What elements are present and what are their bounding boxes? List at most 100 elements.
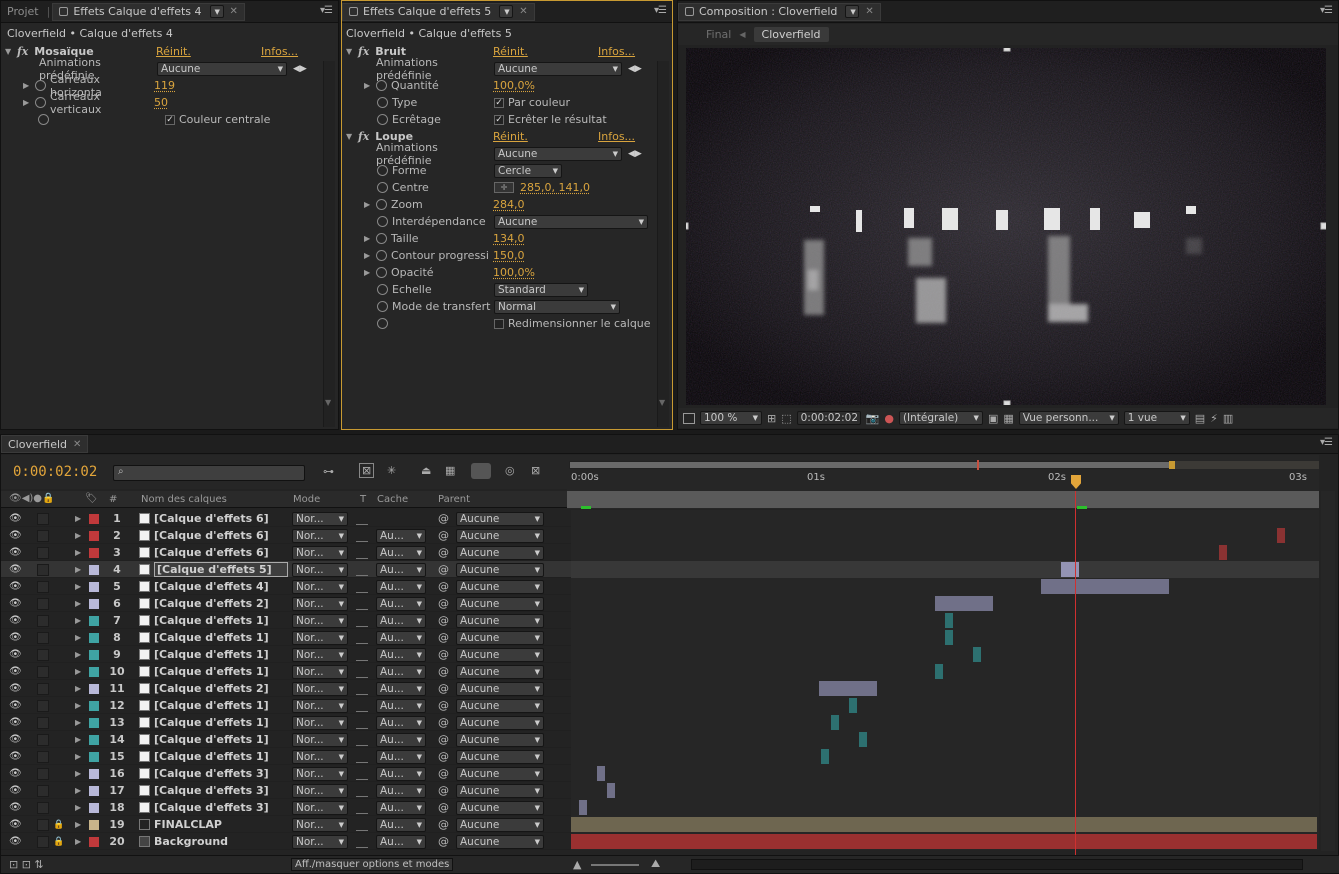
parent-dropdown[interactable]: Aucune ▼ — [456, 528, 544, 543]
hide-shy-icon[interactable]: ✳ — [387, 464, 396, 477]
solo-toggle[interactable] — [37, 699, 49, 712]
crumb-final[interactable]: Final — [706, 28, 731, 41]
parent-dropdown[interactable]: Aucune ▼ — [456, 749, 544, 764]
solo-toggle[interactable] — [37, 801, 49, 814]
panel-menu-icon[interactable]: ▾☰ — [654, 5, 667, 16]
layer-duration-bar[interactable] — [1061, 562, 1079, 577]
layer-duration-bar[interactable] — [597, 766, 605, 781]
blend-mode-dropdown[interactable]: Nor... ▼ — [292, 664, 348, 679]
solo-toggle[interactable] — [37, 614, 49, 627]
zoom-dropdown[interactable]: 100 % ▼ — [700, 411, 762, 425]
visibility-eye-icon[interactable]: 👁 — [9, 646, 22, 663]
layer-track[interactable] — [571, 816, 1319, 833]
pickwhip-icon[interactable]: @ — [438, 748, 449, 765]
layer-name[interactable]: [Calque d'effets 1] — [154, 646, 269, 663]
label-color-chip[interactable] — [89, 564, 99, 575]
solo-toggle[interactable] — [37, 784, 49, 797]
prop-value[interactable]: 100,0% — [493, 266, 535, 279]
stopwatch-icon[interactable] — [377, 114, 388, 125]
stopwatch-icon[interactable] — [38, 114, 49, 125]
av-switches-icon[interactable]: 👁◀)●🔒 — [9, 493, 54, 504]
tab-dropdown[interactable]: ▼ — [499, 5, 514, 18]
timeline-scrollbar[interactable] — [1321, 491, 1335, 851]
pickwhip-icon[interactable]: @ — [438, 714, 449, 731]
preserve-transparency-toggle[interactable] — [356, 819, 368, 831]
layer-name[interactable]: Background — [154, 833, 228, 850]
zoom-in-icon[interactable]: ⛰ — [651, 857, 660, 871]
time-ruler[interactable]: 0:00s 01s 02s 03s — [567, 455, 1319, 509]
expand-icon[interactable]: ▶ — [75, 731, 81, 748]
tab-composition[interactable]: Composition : Cloverfield ▼ ✕ — [678, 2, 881, 21]
stopwatch-icon[interactable] — [377, 301, 388, 312]
label-color-chip[interactable] — [89, 632, 99, 643]
parent-dropdown[interactable]: Aucune ▼ — [456, 545, 544, 560]
track-matte-dropdown[interactable]: Au... ▼ — [376, 834, 426, 849]
layer-name[interactable]: [Calque d'effets 1] — [154, 612, 269, 629]
expand-icon[interactable]: ▶ — [364, 268, 376, 277]
expand-icon[interactable]: ▶ — [75, 629, 81, 646]
layer-name[interactable]: [Calque d'effets 1] — [154, 748, 269, 765]
visibility-eye-icon[interactable]: 👁 — [9, 629, 22, 646]
lock-icon[interactable] — [349, 7, 358, 16]
layer-track[interactable] — [571, 833, 1319, 850]
preserve-transparency-toggle[interactable] — [356, 836, 368, 848]
horizontal-scrollbar[interactable] — [691, 859, 1303, 870]
draft-3d-icon[interactable]: ⊠ — [359, 463, 375, 478]
pickwhip-icon[interactable]: @ — [438, 731, 449, 748]
lock-icon[interactable]: 🔒 — [53, 816, 64, 833]
track-matte-dropdown[interactable]: Au... ▼ — [376, 579, 426, 594]
solo-toggle[interactable] — [37, 580, 49, 593]
layer-track[interactable] — [571, 510, 1319, 527]
expand-icon[interactable]: ▶ — [364, 81, 376, 90]
collapse-icon[interactable]: ▼ — [346, 47, 358, 56]
comp-mini-flowchart-icon[interactable]: ⊶ — [323, 465, 334, 478]
track-matte-dropdown[interactable]: Au... ▼ — [376, 732, 426, 747]
prop-value[interactable]: 150,0 — [493, 249, 525, 262]
expand-icon[interactable]: ▶ — [75, 833, 81, 850]
label-color-chip[interactable] — [89, 734, 99, 745]
blend-mode-dropdown[interactable]: Nor... ▼ — [292, 766, 348, 781]
layer-name[interactable]: [Calque d'effets 6] — [154, 544, 269, 561]
visibility-eye-icon[interactable]: 👁 — [9, 561, 22, 578]
parent-dropdown[interactable]: Aucune ▼ — [456, 562, 544, 577]
pickwhip-icon[interactable]: @ — [438, 561, 449, 578]
preserve-transparency-toggle[interactable] — [356, 547, 368, 559]
preserve-transparency-toggle[interactable] — [356, 802, 368, 814]
track-matte-dropdown[interactable]: Au... ▼ — [376, 664, 426, 679]
layer-name[interactable]: [Calque d'effets 1] — [154, 714, 269, 731]
label-tag-icon[interactable]: 🏷 — [85, 493, 98, 504]
label-color-chip[interactable] — [89, 768, 99, 779]
blend-mode-dropdown[interactable]: Nor... ▼ — [292, 715, 348, 730]
label-color-chip[interactable] — [89, 649, 99, 660]
checkbox[interactable]: ✓ — [494, 97, 504, 108]
fx-icon[interactable]: fx — [358, 130, 369, 143]
checkbox[interactable] — [494, 318, 504, 329]
layer-name[interactable]: [Calque d'effets 3] — [154, 782, 269, 799]
layer-name[interactable]: [Calque d'effets 2] — [154, 595, 269, 612]
label-color-chip[interactable] — [89, 717, 99, 728]
transparency-grid-icon[interactable]: ⬚ — [781, 412, 791, 425]
parent-dropdown[interactable]: Aucune ▼ — [456, 511, 544, 526]
panel-menu-icon[interactable]: ▾☰ — [320, 5, 333, 16]
track-matte-dropdown[interactable]: Au... ▼ — [376, 800, 426, 815]
pickwhip-icon[interactable]: @ — [438, 544, 449, 561]
stopwatch-icon[interactable] — [377, 216, 388, 227]
solo-toggle[interactable] — [37, 750, 49, 763]
lock-icon[interactable] — [59, 7, 69, 16]
layer-track[interactable] — [571, 527, 1319, 544]
layer-row[interactable]: 👁 ▶ 8 [Calque d'effets 1] Nor... ▼ Au... ▼ @ Aucu… — [1, 629, 1319, 646]
visibility-eye-icon[interactable]: 👁 — [9, 833, 22, 850]
preserve-transparency-toggle[interactable] — [356, 581, 368, 593]
prop-value[interactable]: 119 — [154, 79, 175, 92]
layer-row[interactable]: 👁 ▶ 6 [Calque d'effets 2] Nor... ▼ Au... ▼ @ Aucu… — [1, 595, 1319, 612]
header-name[interactable]: Nom des calques — [141, 494, 227, 505]
visibility-eye-icon[interactable]: 👁 — [9, 799, 22, 816]
solo-toggle[interactable] — [37, 716, 49, 729]
layer-row[interactable]: 👁 ▶ 16 [Calque d'effets 3] Nor... ▼ Au... ▼ @ Auc… — [1, 765, 1319, 782]
label-color-chip[interactable] — [89, 700, 99, 711]
layer-duration-bar[interactable] — [859, 732, 867, 747]
layer-row[interactable]: 👁 ▶ 2 [Calque d'effets 6] Nor... ▼ Au... ▼ @ Aucu… — [1, 527, 1319, 544]
close-icon[interactable]: ✕ — [230, 6, 238, 17]
track-matte-dropdown[interactable]: Au... ▼ — [376, 613, 426, 628]
track-matte-dropdown[interactable]: Au... ▼ — [376, 749, 426, 764]
